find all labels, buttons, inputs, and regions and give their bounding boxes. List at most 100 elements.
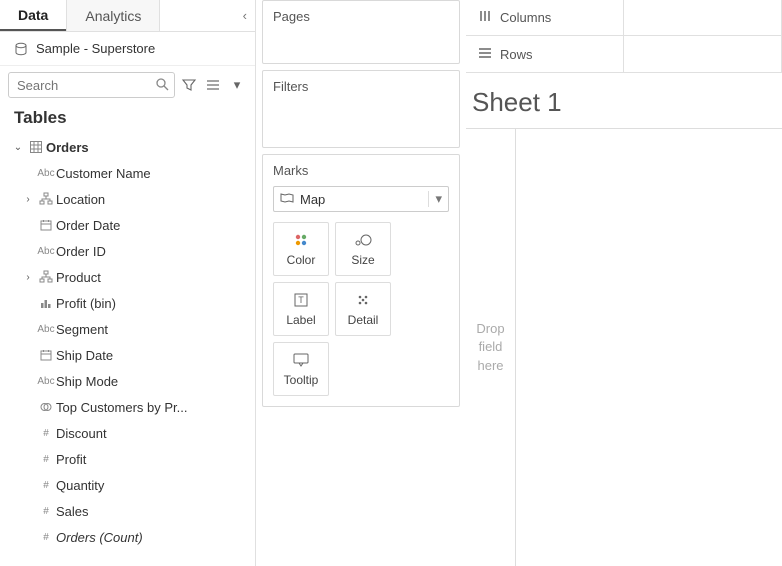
columns-shelf[interactable]: Columns: [466, 0, 782, 36]
filters-card[interactable]: Filters: [262, 70, 460, 148]
columns-icon: [478, 10, 492, 25]
worksheet-pane: Columns Rows Sheet 1 Dropfieldhere: [466, 0, 782, 566]
date-icon: [36, 349, 56, 361]
marks-size[interactable]: Size: [335, 222, 391, 276]
field-ship-date[interactable]: Ship Date: [0, 342, 255, 368]
marks-size-label: Size: [351, 253, 374, 267]
field-label: Customer Name: [56, 166, 249, 181]
field-profit-bin[interactable]: Profit (bin): [0, 290, 255, 316]
collapse-icon[interactable]: ⌄: [10, 142, 26, 153]
datasource-row[interactable]: Sample - Superstore: [0, 32, 255, 66]
field-order-date[interactable]: Order Date: [0, 212, 255, 238]
expand-icon[interactable]: ›: [20, 194, 36, 205]
marks-tooltip[interactable]: Tooltip: [273, 342, 329, 396]
number-icon: #: [36, 532, 56, 543]
pages-card[interactable]: Pages: [262, 0, 460, 64]
field-profit[interactable]: #Profit: [0, 446, 255, 472]
abc-icon: Abc: [36, 168, 56, 179]
field-tree: ⌄ Orders AbcCustomer Name ›Location Orde…: [0, 134, 255, 566]
columns-label: Columns: [500, 10, 551, 25]
field-label: Ship Mode: [56, 374, 249, 389]
rows-icon: [478, 47, 492, 62]
field-customer-name[interactable]: AbcCustomer Name: [0, 160, 255, 186]
collapse-pane-icon[interactable]: ‹: [235, 0, 255, 31]
field-label: Order ID: [56, 244, 249, 259]
filters-title: Filters: [263, 71, 459, 102]
field-label: Ship Date: [56, 348, 249, 363]
filter-icon[interactable]: [179, 75, 199, 95]
marks-card: Marks Map ▾ Color Size T Label: [262, 154, 460, 407]
expand-icon[interactable]: ›: [20, 272, 36, 283]
number-icon: #: [36, 428, 56, 439]
color-icon: [293, 231, 309, 249]
abc-icon: Abc: [36, 376, 56, 387]
tab-data[interactable]: Data: [0, 0, 66, 31]
label-icon: T: [294, 291, 308, 309]
field-top-customers[interactable]: Top Customers by Pr...: [0, 394, 255, 420]
sheet-title[interactable]: Sheet 1: [466, 73, 782, 128]
data-pane: Data Analytics ‹ Sample - Superstore: [0, 0, 256, 566]
rows-shelf[interactable]: Rows: [466, 36, 782, 72]
histogram-icon: [36, 297, 56, 309]
abc-icon: Abc: [36, 324, 56, 335]
columns-drop[interactable]: [624, 0, 782, 35]
tab-analytics[interactable]: Analytics: [66, 0, 160, 31]
data-toolbar: ▾: [0, 66, 255, 104]
field-order-id[interactable]: AbcOrder ID: [0, 238, 255, 264]
tooltip-icon: [293, 351, 309, 369]
tables-heading: Tables: [0, 104, 255, 134]
mark-type-dropdown[interactable]: Map ▾: [273, 186, 449, 212]
table-icon: [26, 141, 46, 153]
field-label: Segment: [56, 322, 249, 337]
field-label: Discount: [56, 426, 249, 441]
table-label: Orders: [46, 140, 249, 155]
marks-color-label: Color: [287, 253, 316, 267]
marks-tooltip-label: Tooltip: [284, 373, 319, 387]
number-icon: #: [36, 506, 56, 517]
field-ship-mode[interactable]: AbcShip Mode: [0, 368, 255, 394]
chevron-down-icon: ▾: [428, 191, 442, 207]
rows-label: Rows: [500, 47, 533, 62]
cards-pane: Pages Filters Marks Map ▾ Color Size: [256, 0, 466, 566]
hierarchy-icon: [36, 271, 56, 283]
number-icon: #: [36, 454, 56, 465]
size-icon: [354, 231, 372, 249]
side-tabs: Data Analytics ‹: [0, 0, 255, 32]
marks-color[interactable]: Color: [273, 222, 329, 276]
field-label: Sales: [56, 504, 249, 519]
abc-icon: Abc: [36, 246, 56, 257]
field-segment[interactable]: AbcSegment: [0, 316, 255, 342]
field-orders-count[interactable]: #Orders (Count): [0, 524, 255, 550]
field-label: Product: [56, 270, 249, 285]
table-orders[interactable]: ⌄ Orders: [0, 134, 255, 160]
row-header-dropzone[interactable]: Dropfieldhere: [466, 128, 516, 566]
number-icon: #: [36, 480, 56, 491]
set-icon: [36, 401, 56, 413]
field-quantity[interactable]: #Quantity: [0, 472, 255, 498]
field-discount[interactable]: #Discount: [0, 420, 255, 446]
search-input[interactable]: [8, 72, 175, 98]
field-label: Orders (Count): [56, 530, 249, 545]
hierarchy-icon: [36, 193, 56, 205]
field-sales[interactable]: #Sales: [0, 498, 255, 524]
viz-canvas[interactable]: [516, 128, 782, 566]
marks-detail[interactable]: Detail: [335, 282, 391, 336]
marks-label[interactable]: T Label: [273, 282, 329, 336]
datasource-icon: [14, 42, 28, 56]
pages-title: Pages: [263, 1, 459, 32]
search-icon: [155, 77, 169, 94]
map-icon: [280, 192, 294, 207]
field-label: Location: [56, 192, 249, 207]
rows-drop[interactable]: [624, 36, 782, 72]
marks-label-label: Label: [286, 313, 315, 327]
field-label: Profit: [56, 452, 249, 467]
marks-title: Marks: [263, 155, 459, 186]
field-product[interactable]: › Product: [0, 264, 255, 290]
dropdown-caret-icon[interactable]: ▾: [227, 75, 247, 95]
view-list-icon[interactable]: [203, 75, 223, 95]
date-icon: [36, 219, 56, 231]
field-label: Profit (bin): [56, 296, 249, 311]
field-label: Order Date: [56, 218, 249, 233]
detail-icon: [356, 291, 370, 309]
field-location[interactable]: › Location: [0, 186, 255, 212]
